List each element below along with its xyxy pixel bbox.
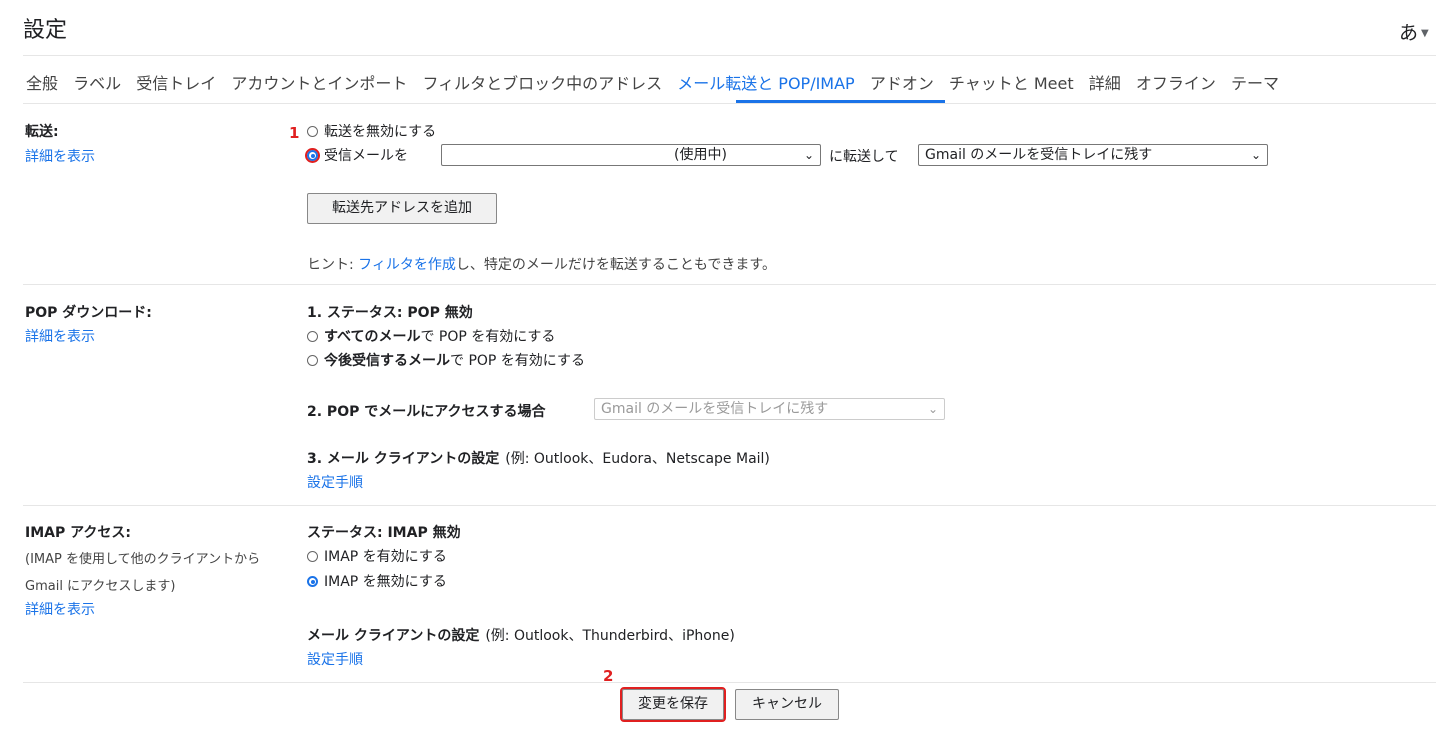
add-forwarding-address-button[interactable]: 転送先アドレスを追加 — [307, 193, 497, 224]
imap-disable-row: IMAP を無効にする — [307, 571, 447, 591]
forwarding-hint: ヒント: フィルタを作成し、特定のメールだけを転送することもできます。 — [307, 254, 776, 274]
forwarding-label: 転送: — [25, 124, 59, 140]
annotation-marker-2: 2 — [603, 667, 614, 685]
input-tools-label: あ — [1399, 22, 1419, 44]
forwarding-address-select[interactable]: (使用中) ⌄ — [441, 144, 821, 166]
tab-labels[interactable]: ラベル — [73, 74, 121, 93]
pop-all-rest: で POP を有効にする — [420, 329, 556, 345]
forwarding-enable-label: 受信メールを — [324, 148, 408, 164]
cancel-button[interactable]: キャンセル — [735, 689, 839, 720]
divider — [23, 284, 1436, 285]
divider — [23, 505, 1436, 506]
imap-enable-radio[interactable] — [307, 551, 318, 562]
pop-access-label: 2. POP でメールにアクセスする場合 — [307, 404, 546, 420]
tab-advanced[interactable]: 詳細 — [1089, 74, 1121, 93]
imap-status: ステータス: IMAP 無効 — [307, 525, 461, 541]
pop-details-link[interactable]: 詳細を表示 — [25, 326, 95, 346]
hint-prefix: ヒント: — [307, 257, 359, 273]
chevron-down-icon: ⌄ — [803, 148, 814, 162]
pop-new-radio[interactable] — [307, 355, 318, 366]
pop-all-radio[interactable] — [307, 331, 318, 342]
save-changes-button[interactable]: 変更を保存 — [620, 687, 726, 722]
forwarding-disable-radio[interactable] — [307, 126, 318, 137]
imap-details-link[interactable]: 詳細を表示 — [25, 599, 95, 619]
forwarding-mid-label: に転送して — [829, 149, 899, 165]
imap-setup-link[interactable]: 設定手順 — [307, 649, 363, 669]
chevron-down-icon: ⌄ — [1250, 148, 1261, 162]
create-filter-link[interactable]: フィルタを作成 — [358, 257, 456, 273]
imap-disable-label: IMAP を無効にする — [324, 574, 447, 590]
page-title: 設定 — [23, 18, 68, 43]
pop-client-label: 3. メール クライアントの設定 — [307, 451, 500, 467]
tab-forwarding-pop-imap[interactable]: メール転送と POP/IMAP — [677, 74, 855, 93]
tab-filters[interactable]: フィルタとブロック中のアドレス — [422, 74, 662, 93]
forwarding-enable-radio[interactable] — [305, 148, 320, 163]
pop-new-rest: で POP を有効にする — [450, 353, 585, 369]
pop-new-row: 今後受信するメールで POP を有効にする — [307, 350, 585, 370]
forwarding-disable-label: 転送を無効にする — [324, 124, 437, 140]
pop-access-select[interactable]: Gmail のメールを受信トレイに残す ⌄ — [594, 398, 945, 420]
tab-themes[interactable]: テーマ — [1231, 74, 1279, 93]
tab-addons[interactable]: アドオン — [870, 74, 934, 93]
pop-access-value: Gmail のメールを受信トレイに残す — [601, 401, 829, 417]
pop-all-bold: すべてのメール — [324, 329, 421, 345]
imap-desc-line1: (IMAP を使用して他のクライアントから — [25, 552, 261, 567]
imap-desc-line2: Gmail にアクセスします) — [25, 579, 176, 594]
tab-accounts[interactable]: アカウントとインポート — [231, 74, 407, 93]
chevron-down-icon: ▼ — [1421, 28, 1429, 39]
pop-client-row: 3. メール クライアントの設定 (例: Outlook、Eudora、Netsc… — [307, 448, 770, 468]
forwarding-details-link[interactable]: 詳細を表示 — [25, 146, 95, 166]
pop-setup-link[interactable]: 設定手順 — [307, 472, 363, 492]
tab-general[interactable]: 全般 — [26, 74, 58, 93]
divider — [23, 103, 1436, 104]
forwarding-action-select[interactable]: Gmail のメールを受信トレイに残す ⌄ — [918, 144, 1268, 166]
chevron-down-icon: ⌄ — [927, 402, 938, 416]
hint-suffix: し、特定のメールだけを転送することもできます。 — [455, 257, 776, 273]
imap-enable-row: IMAP を有効にする — [307, 546, 447, 566]
tab-inbox[interactable]: 受信トレイ — [136, 74, 216, 93]
imap-enable-label: IMAP を有効にする — [324, 549, 447, 565]
annotation-marker-1: 1 — [289, 124, 300, 142]
divider — [23, 682, 1436, 683]
tab-chat-meet[interactable]: チャットと Meet — [949, 74, 1074, 93]
forwarding-disable-row: 転送を無効にする — [307, 121, 436, 141]
pop-new-bold: 今後受信するメール — [324, 353, 450, 369]
imap-client-label: メール クライアントの設定 — [307, 628, 480, 644]
forwarding-enable-row: 受信メールを — [305, 146, 408, 168]
imap-label: IMAP アクセス: — [25, 525, 132, 541]
pop-label: POP ダウンロード: — [25, 305, 152, 321]
imap-disable-radio[interactable] — [307, 576, 318, 587]
input-tools-button[interactable]: あ ▼ — [1399, 18, 1429, 45]
tab-offline[interactable]: オフライン — [1136, 74, 1216, 93]
forwarding-address-value: (使用中) — [674, 147, 727, 163]
imap-client-row: メール クライアントの設定 (例: Outlook、Thunderbird、iPh… — [307, 625, 735, 645]
divider — [23, 55, 1436, 56]
pop-all-row: すべてのメールで POP を有効にする — [307, 326, 555, 346]
settings-tabs: 全般 ラベル 受信トレイ アカウントとインポート フィルタとブロック中のアドレス… — [26, 70, 1289, 94]
pop-status: 1. ステータス: POP 無効 — [307, 305, 473, 321]
pop-client-examples: (例: Outlook、Eudora、Netscape Mail) — [505, 451, 770, 467]
forwarding-action-value: Gmail のメールを受信トレイに残す — [925, 147, 1153, 163]
imap-client-examples: (例: Outlook、Thunderbird、iPhone) — [485, 628, 735, 644]
